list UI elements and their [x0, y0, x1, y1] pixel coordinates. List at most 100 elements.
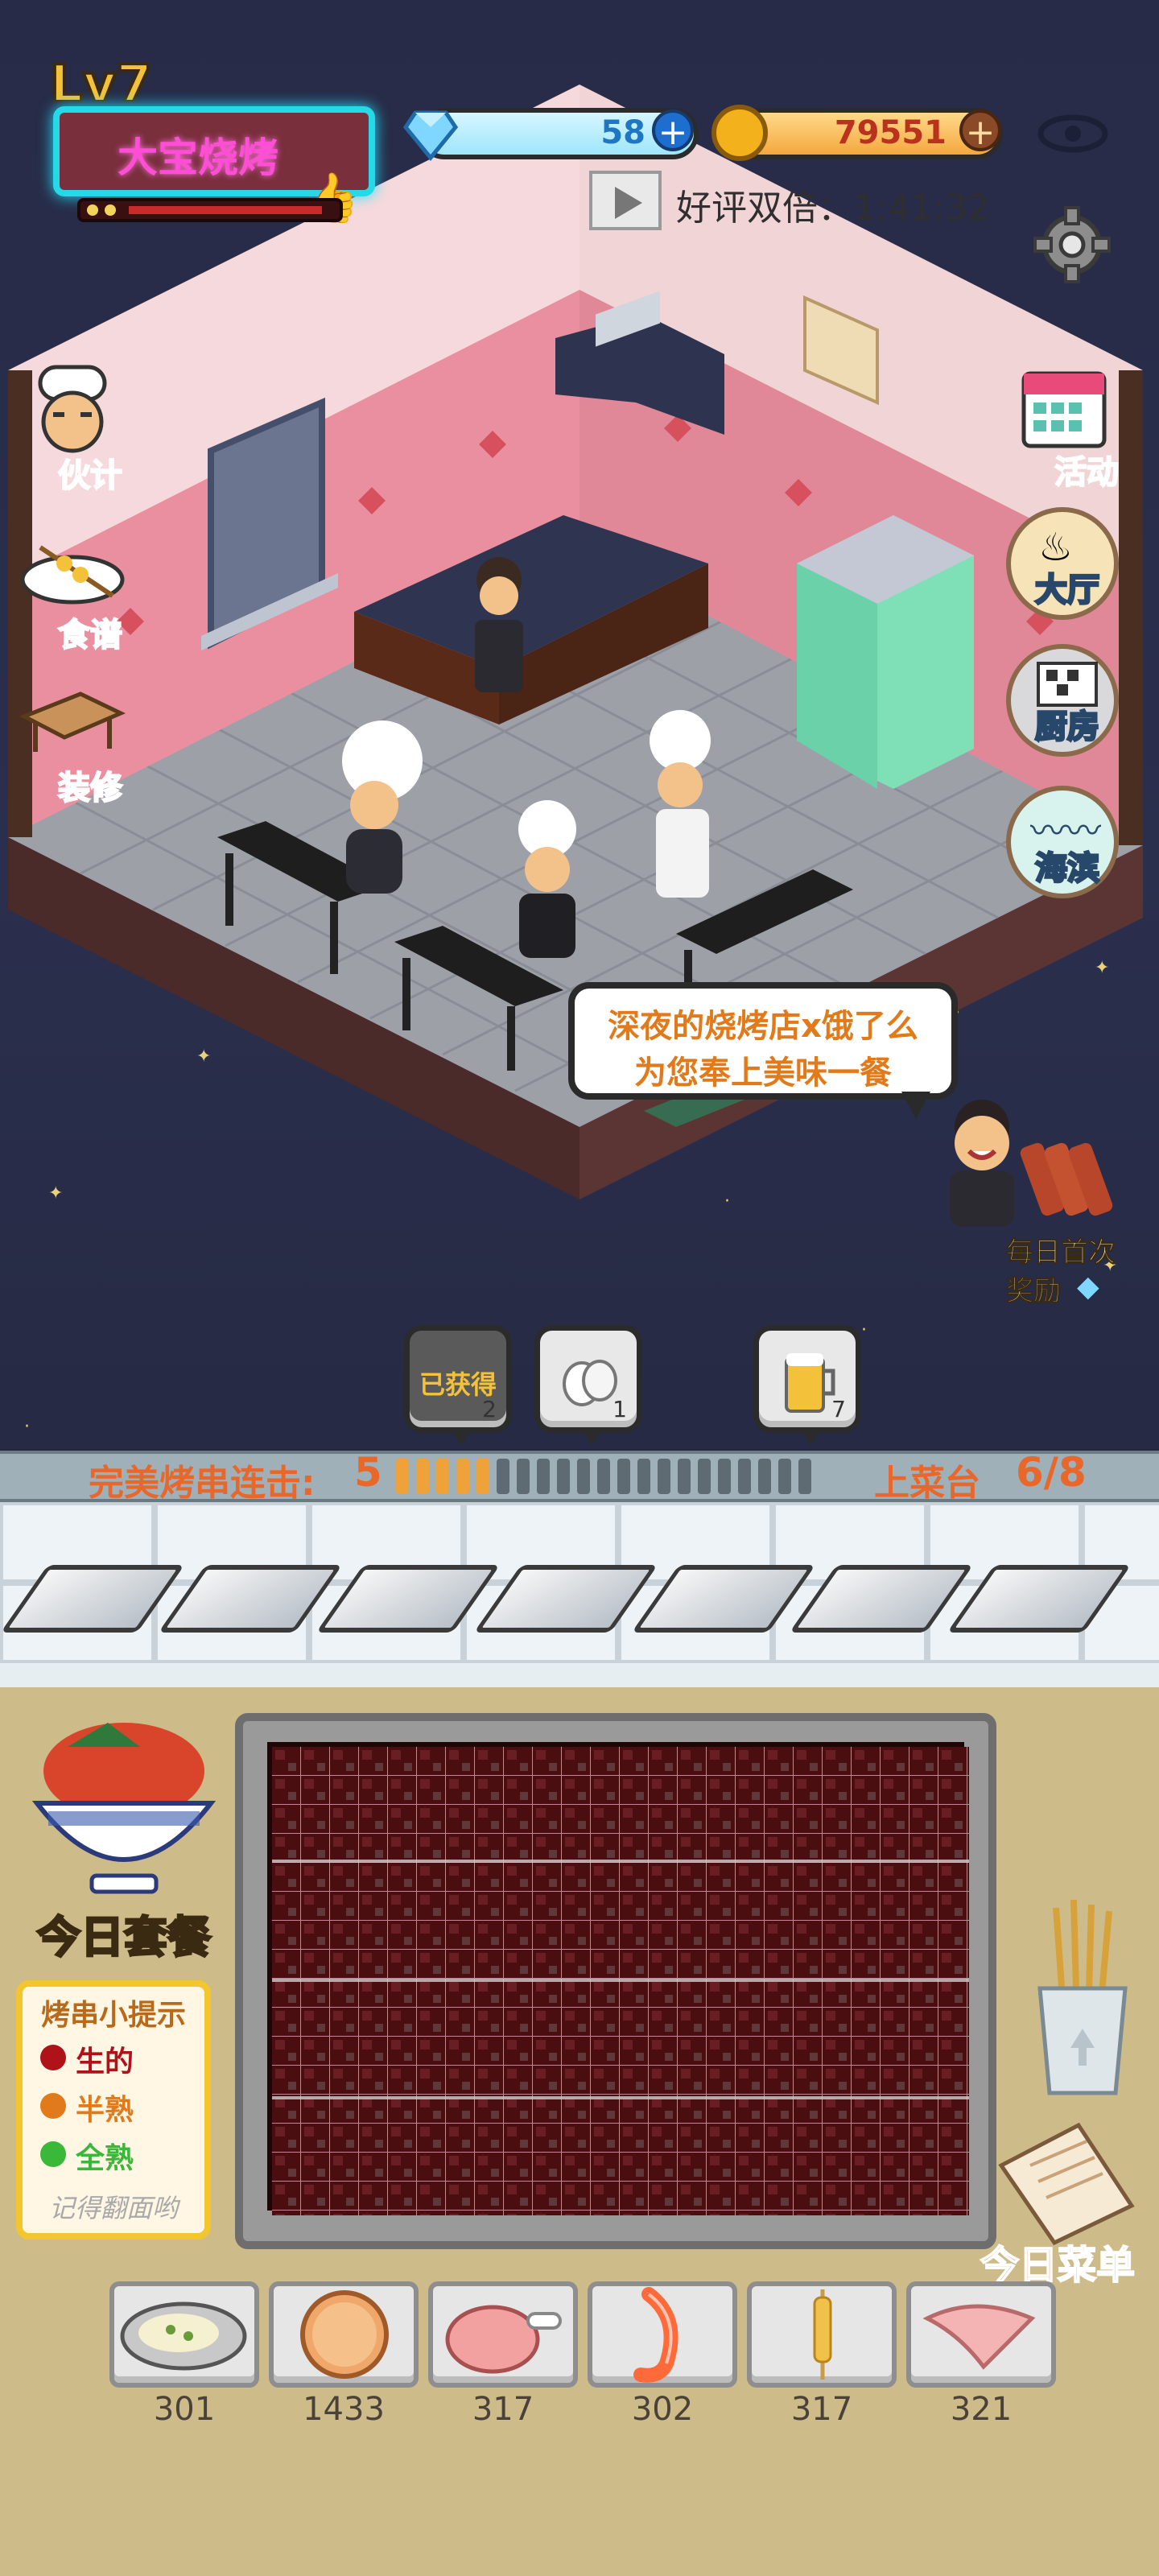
item-slot-count: 7 [831, 1396, 846, 1422]
combo-segment [617, 1459, 630, 1494]
daily-reward-line-1: 每日首次 [1006, 1236, 1116, 1269]
tip-medium: 半熟 [76, 2094, 134, 2127]
ingredient-slot-shrimp[interactable] [588, 2281, 737, 2388]
recipe-button[interactable]: 食谱 [16, 531, 129, 654]
tips-title: 烤串小提示 [40, 1999, 186, 2032]
ingredient-slot-chicken-leg[interactable] [428, 2281, 578, 2388]
daily-meal-label: 今日套餐 [36, 1911, 212, 1964]
combo-segment [678, 1459, 691, 1494]
ingredient-slot-skewer[interactable] [747, 2281, 897, 2388]
coin-count: 79551 [834, 114, 947, 151]
ingredient-count: 302 [631, 2391, 694, 2428]
item-slot-count: 1 [612, 1396, 627, 1422]
kitchen-label: 厨房 [1034, 708, 1101, 747]
grill-grate[interactable] [267, 1742, 969, 2215]
tip-raw: 生的 [76, 2046, 134, 2079]
decorate-icon [19, 691, 126, 752]
level-label: Lv7 [48, 53, 154, 116]
done-status-icon [40, 2141, 66, 2167]
activity-button[interactable]: 活动 [1016, 362, 1128, 492]
star-icon: · [861, 1320, 867, 1340]
tip-done: 全熟 [76, 2142, 134, 2175]
video-play-button[interactable] [589, 171, 662, 230]
combo-segment [416, 1459, 429, 1494]
daily-reward-line-2: 奖励 [1006, 1275, 1062, 1308]
bread-icon [300, 2290, 389, 2379]
item-slot-garlic[interactable]: 1 [534, 1325, 642, 1445]
garlic-icon [563, 1360, 617, 1406]
combo-segment [476, 1459, 489, 1494]
combo-segment [537, 1459, 550, 1494]
tips-footer: 记得翻面哟 [48, 2193, 178, 2223]
combo-segment [637, 1459, 650, 1494]
raw-status-icon [40, 2045, 66, 2070]
combo-segment [597, 1459, 610, 1494]
star-icon: · [24, 1417, 30, 1437]
ingredient-count: 301 [153, 2391, 216, 2428]
diamond-icon [402, 110, 459, 161]
game-screen: ✦ ✦ ✦ · · ✦ · · [0, 0, 1159, 2576]
video-reward-timer: 好评双倍：1:41:32 [676, 188, 990, 229]
ingredient-slot-chicken-wing[interactable] [906, 2281, 1056, 2388]
coin-icon [711, 105, 768, 161]
oyster-icon [120, 2301, 247, 2371]
ingredient-count: 1433 [303, 2391, 385, 2428]
combo-segment [758, 1459, 771, 1494]
combo-segment [557, 1459, 570, 1494]
combo-segment [517, 1459, 530, 1494]
waiter-label: 伙计 [57, 456, 123, 495]
seaside-button[interactable]: 〰〰 海滨 [1006, 786, 1119, 898]
combo-value: 5 [354, 1449, 382, 1496]
skewer-icon [813, 2289, 832, 2380]
experience-bar [77, 198, 343, 222]
shrimp-icon [633, 2287, 678, 2383]
waiter-button[interactable]: 伙计 [16, 362, 129, 495]
play-icon [615, 187, 642, 219]
eye-icon[interactable] [1037, 113, 1109, 155]
combo-segment [778, 1459, 791, 1494]
item-slot-beer[interactable]: 7 [753, 1325, 861, 1445]
decorate-label: 装修 [57, 769, 123, 807]
recipe-icon [20, 545, 125, 605]
combo-segment [436, 1459, 449, 1494]
settings-gear-icon[interactable] [1033, 206, 1111, 283]
waiter-icon [38, 365, 107, 453]
serving-tray-value: 6/8 [1016, 1449, 1087, 1496]
combo-segment [798, 1459, 811, 1494]
add-gems-button[interactable]: + [652, 109, 694, 153]
beer-icon [785, 1353, 835, 1413]
decorate-button[interactable]: 装修 [16, 684, 129, 807]
recipe-label: 食谱 [57, 616, 123, 654]
serving-tray-label: 上菜台 [874, 1463, 980, 1504]
combo-segment [577, 1459, 590, 1494]
item-slot-count: 2 [482, 1396, 497, 1422]
combo-segment [698, 1459, 711, 1494]
seaside-label: 海滨 [1034, 849, 1101, 889]
ingredient-slot-bread[interactable] [269, 2281, 419, 2388]
speech-bubble: 深夜的烧烤店x饿了么 为您奉上美味一餐 [568, 982, 958, 1100]
serving-counter [0, 1502, 1159, 1687]
hall-button[interactable]: ♨ 大厅 [1006, 507, 1119, 620]
combo-segment [738, 1459, 751, 1494]
combo-segment [658, 1459, 670, 1494]
combo-label: 完美烤串连击: [89, 1463, 316, 1504]
item-slot-grill[interactable]: 已获得 2 [404, 1325, 512, 1445]
hall-label: 大厅 [1034, 571, 1101, 610]
ingredient-count: 321 [950, 2391, 1013, 2428]
daily-menu-icon[interactable] [990, 2117, 1141, 2246]
kitchen-button[interactable]: 厨房 [1006, 644, 1119, 757]
skewer-cup-icon[interactable] [1032, 1900, 1133, 2101]
meat-skewer-icon [1020, 1142, 1113, 1216]
add-coins-button[interactable]: + [959, 109, 1001, 153]
shop-name: 大宝烧烤 [118, 134, 278, 181]
ingredient-count: 317 [790, 2391, 853, 2428]
gem-count: 58 [600, 114, 645, 151]
medium-status-icon [40, 2093, 66, 2119]
grill-grid [272, 1747, 969, 2215]
chicken-wing-icon [922, 2304, 1036, 2370]
chicken-leg-icon [445, 2305, 562, 2374]
daily-meal-bowl-icon[interactable] [19, 1715, 229, 1900]
ingredient-count: 317 [472, 2391, 534, 2428]
calendar-icon [1021, 371, 1107, 448]
ingredient-slot-oyster[interactable] [109, 2281, 259, 2388]
